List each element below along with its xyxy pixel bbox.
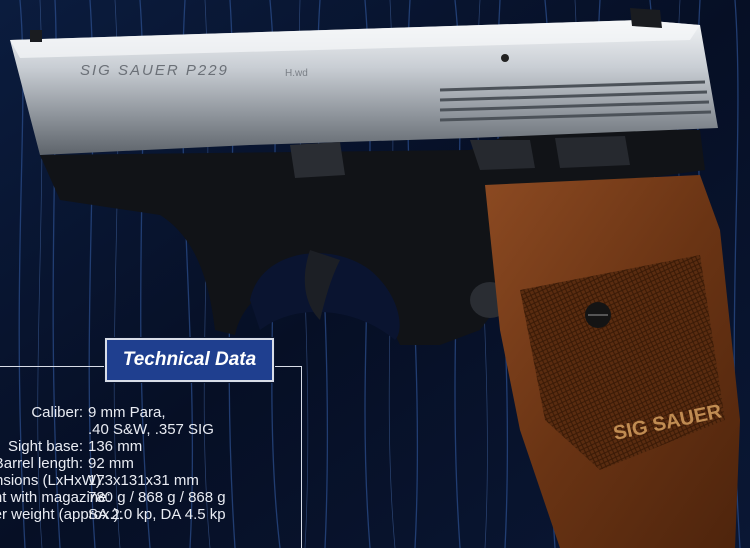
spec-label: Dimensions (LxHxW): bbox=[0, 472, 106, 489]
spec-row-sight-base: Sight base: 136 mm bbox=[0, 438, 280, 455]
svg-text:H.wd: H.wd bbox=[285, 68, 308, 79]
spec-label: Weight with magazine: bbox=[0, 489, 111, 506]
spec-value: 9 mm Para, .40 S&W, .357 SIG bbox=[88, 404, 214, 438]
spec-value: 136 mm bbox=[88, 438, 143, 455]
spec-row-trigger-weight: Trigger weight (approx.): SA 2.0 kp, DA … bbox=[0, 506, 280, 523]
technical-data-title: Technical Data bbox=[105, 338, 274, 382]
slide-engraving-text: SIG SAUER P229 bbox=[80, 62, 229, 79]
product-scene: SIG SAUER P229 H.wd SIG SAUER Technical … bbox=[0, 0, 750, 548]
spec-value: 780 g / 868 g / 868 g bbox=[88, 489, 226, 506]
spec-label: Sight base: bbox=[7, 438, 83, 455]
spec-row-caliber: Caliber: 9 mm Para, .40 S&W, .357 SIG bbox=[0, 404, 280, 438]
spec-value: 92 mm bbox=[88, 455, 134, 472]
spec-list: Caliber: 9 mm Para, .40 S&W, .357 SIG Si… bbox=[0, 404, 280, 523]
spec-row-weight: Weight with magazine: 780 g / 868 g / 86… bbox=[0, 489, 280, 506]
spec-label: Barrel length: bbox=[0, 455, 83, 472]
spec-label: Caliber: bbox=[31, 404, 83, 421]
spec-label: Trigger weight (approx.): bbox=[0, 506, 123, 523]
spec-row-barrel-length: Barrel length: 92 mm bbox=[0, 455, 280, 472]
spec-value: 173x131x31 mm bbox=[88, 472, 199, 489]
spec-value: SA 2.0 kp, DA 4.5 kp bbox=[88, 506, 226, 523]
spec-row-dimensions: Dimensions (LxHxW): 173x131x31 mm bbox=[0, 472, 280, 489]
